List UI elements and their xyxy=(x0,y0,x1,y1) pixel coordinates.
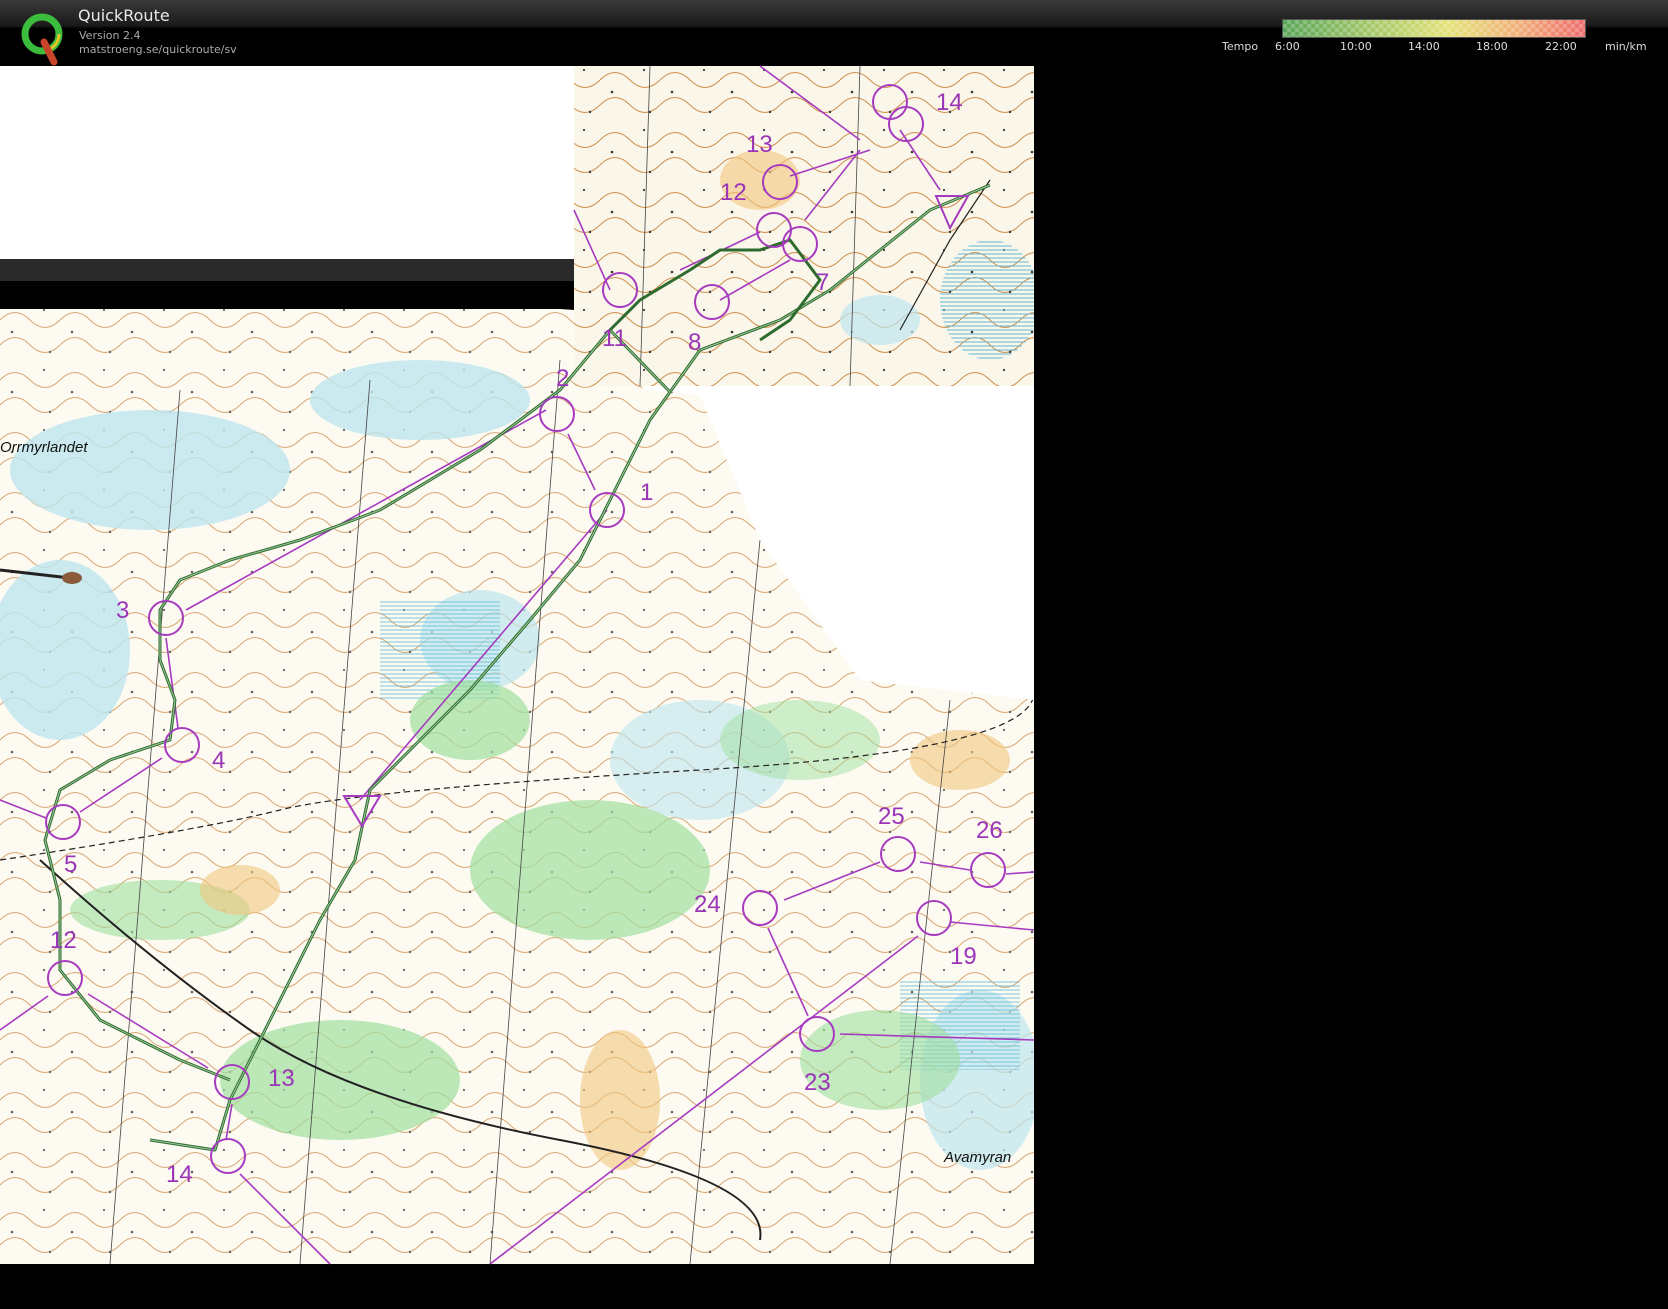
control-number-main: 25 xyxy=(878,803,905,830)
control-number-inset: 12 xyxy=(720,179,747,206)
control-number-main: 2 xyxy=(556,365,569,392)
control-number-main: 19 xyxy=(950,943,977,970)
control-number-main: 4 xyxy=(212,747,225,774)
control-number-main: 24 xyxy=(694,891,721,918)
control-number-main: 13 xyxy=(268,1065,295,1092)
control-number-main: 1 xyxy=(640,479,653,506)
control-number-main: 23 xyxy=(804,1069,831,1096)
place-name: Orrmyrlandet xyxy=(0,439,88,456)
inset-map-sheet xyxy=(574,66,1034,386)
blank-map-area xyxy=(0,66,574,259)
control-number-main: 14 xyxy=(166,1161,193,1188)
control-number-inset: 11 xyxy=(602,325,627,352)
control-number-inset: 13 xyxy=(746,131,773,158)
control-number-main: 3 xyxy=(116,597,129,624)
control-number-main: 5 xyxy=(64,851,77,878)
control-number-inset: 8 xyxy=(688,329,701,356)
control-number-inset: 14 xyxy=(936,89,963,116)
control-number-main: 12 xyxy=(50,927,77,954)
orienteering-map[interactable]: 1 2 3 4 5 12 13 14 19 23 24 25 26 7 8 11… xyxy=(0,0,1668,1309)
dark-band-highlight xyxy=(0,259,574,281)
place-name: Avamyran xyxy=(943,1149,1011,1166)
control-number-inset: 7 xyxy=(816,269,829,296)
control-number-main: 26 xyxy=(976,817,1003,844)
